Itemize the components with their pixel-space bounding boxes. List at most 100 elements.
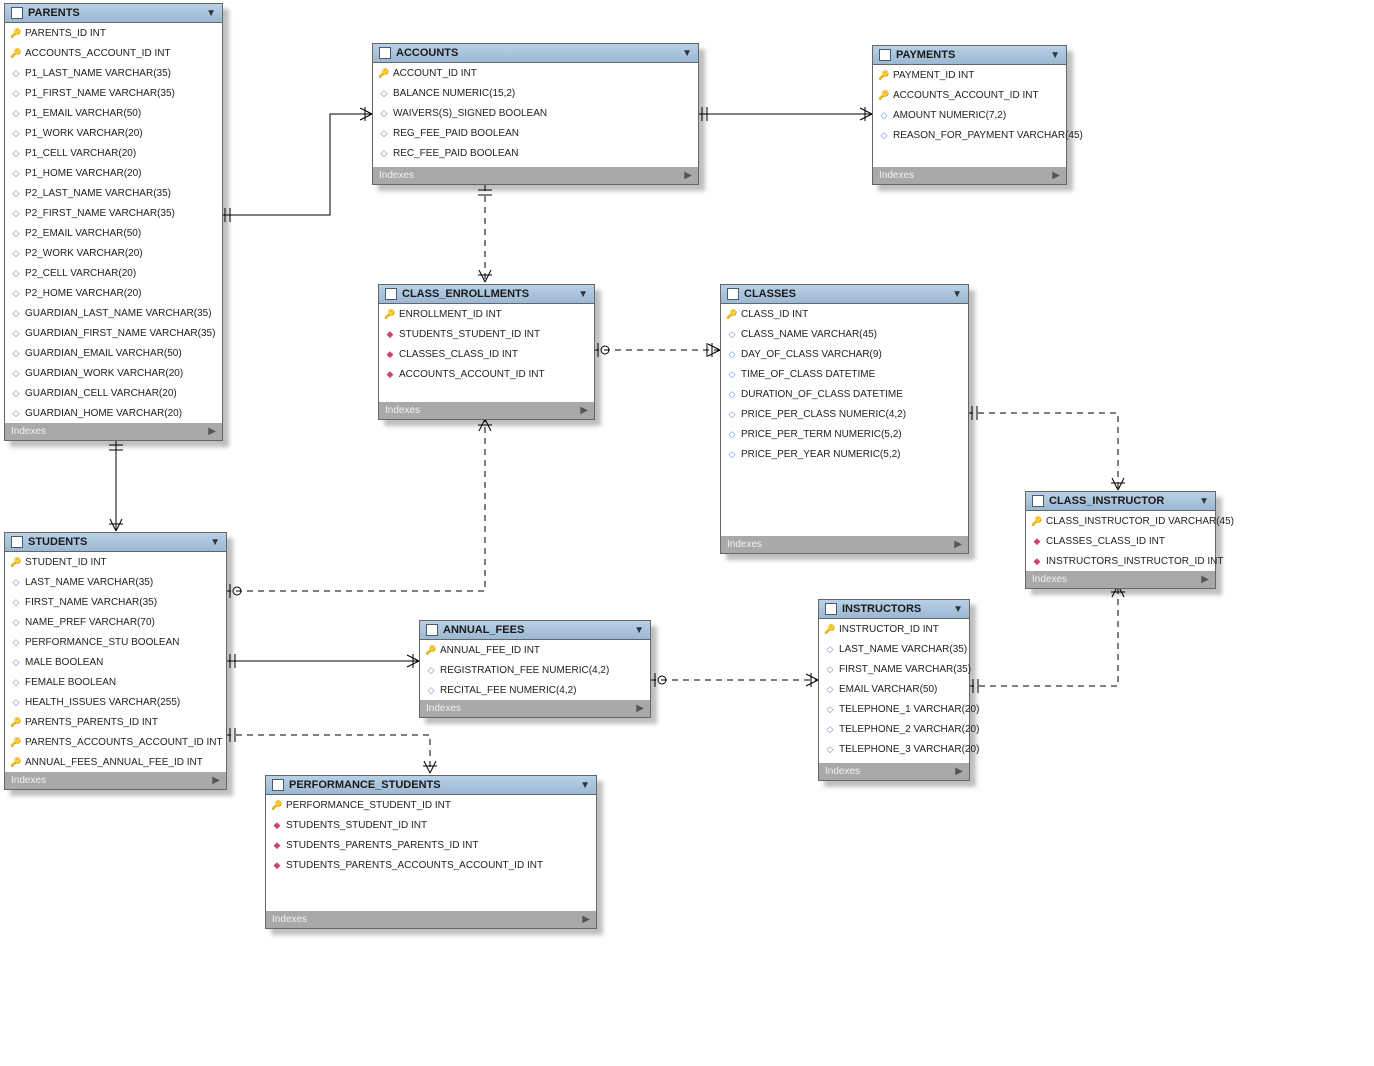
column-row[interactable]: ◇NAME_PREF VARCHAR(70)	[5, 612, 226, 632]
table-class-instructor[interactable]: CLASS_INSTRUCTOR ▼ 🔑CLASS_INSTRUCTOR_ID …	[1025, 491, 1216, 589]
column-row[interactable]: ◇P1_EMAIL VARCHAR(50)	[5, 103, 222, 123]
table-header[interactable]: INSTRUCTORS ▼	[819, 600, 969, 619]
column-row[interactable]: ◇P1_WORK VARCHAR(20)	[5, 123, 222, 143]
column-row[interactable]: ◇GUARDIAN_CELL VARCHAR(20)	[5, 383, 222, 403]
column-row[interactable]: ◇GUARDIAN_EMAIL VARCHAR(50)	[5, 343, 222, 363]
column-row[interactable]: ◇GUARDIAN_HOME VARCHAR(20)	[5, 403, 222, 423]
column-row[interactable]: ◇GUARDIAN_FIRST_NAME VARCHAR(35)	[5, 323, 222, 343]
indexes-section[interactable]: Indexes▶	[266, 911, 596, 928]
column-row[interactable]: 🔑PAYMENT_ID INT	[873, 65, 1066, 85]
collapse-icon[interactable]: ▼	[580, 780, 590, 791]
table-header[interactable]: STUDENTS ▼	[5, 533, 226, 552]
column-row[interactable]: ◇DURATION_OF_CLASS DATETIME	[721, 384, 968, 404]
column-row[interactable]: ◇P2_FIRST_NAME VARCHAR(35)	[5, 203, 222, 223]
column-row[interactable]: 🔑CLASS_ID INT	[721, 304, 968, 324]
column-row[interactable]: ◇P1_CELL VARCHAR(20)	[5, 143, 222, 163]
indexes-section[interactable]: Indexes▶	[420, 700, 650, 717]
column-row[interactable]: ◇PERFORMANCE_STU BOOLEAN	[5, 632, 226, 652]
column-row[interactable]: 🔑ANNUAL_FEE_ID INT	[420, 640, 650, 660]
column-row[interactable]: ◇P1_LAST_NAME VARCHAR(35)	[5, 63, 222, 83]
table-accounts[interactable]: ACCOUNTS ▼ 🔑ACCOUNT_ID INT◇BALANCE NUMER…	[372, 43, 699, 185]
column-row[interactable]: ◇TELEPHONE_1 VARCHAR(20)	[819, 699, 969, 719]
column-row[interactable]: 🔑PARENTS_PARENTS_ID INT	[5, 712, 226, 732]
column-row[interactable]: ◇P2_WORK VARCHAR(20)	[5, 243, 222, 263]
column-row[interactable]: ◇P2_CELL VARCHAR(20)	[5, 263, 222, 283]
column-row[interactable]: ◇TELEPHONE_2 VARCHAR(20)	[819, 719, 969, 739]
column-row[interactable]: ◇FEMALE BOOLEAN	[5, 672, 226, 692]
column-row[interactable]: ◇P2_HOME VARCHAR(20)	[5, 283, 222, 303]
column-row[interactable]: ◇P2_LAST_NAME VARCHAR(35)	[5, 183, 222, 203]
indexes-section[interactable]: Indexes▶	[873, 167, 1066, 184]
collapse-icon[interactable]: ▼	[953, 604, 963, 615]
column-row[interactable]: ◇REC_FEE_PAID BOOLEAN	[373, 143, 698, 163]
column-row[interactable]: 🔑STUDENT_ID INT	[5, 552, 226, 572]
collapse-icon[interactable]: ▼	[1199, 496, 1209, 507]
column-row[interactable]: ◇GUARDIAN_WORK VARCHAR(20)	[5, 363, 222, 383]
column-row[interactable]: ◆STUDENTS_PARENTS_ACCOUNTS_ACCOUNT_ID IN…	[266, 855, 596, 875]
table-students[interactable]: STUDENTS ▼ 🔑STUDENT_ID INT◇LAST_NAME VAR…	[4, 532, 227, 790]
table-header[interactable]: CLASS_INSTRUCTOR ▼	[1026, 492, 1215, 511]
collapse-icon[interactable]: ▼	[578, 289, 588, 300]
collapse-icon[interactable]: ▼	[206, 8, 216, 19]
table-header[interactable]: ACCOUNTS ▼	[373, 44, 698, 63]
column-row[interactable]: ◇REGISTRATION_FEE NUMERIC(4,2)	[420, 660, 650, 680]
indexes-section[interactable]: Indexes▶	[5, 423, 222, 440]
column-row[interactable]: ◇REASON_FOR_PAYMENT VARCHAR(45)	[873, 125, 1066, 145]
table-annual-fees[interactable]: ANNUAL_FEES ▼ 🔑ANNUAL_FEE_ID INT◇REGISTR…	[419, 620, 651, 718]
column-row[interactable]: 🔑PERFORMANCE_STUDENT_ID INT	[266, 795, 596, 815]
column-row[interactable]: ◇TIME_OF_CLASS DATETIME	[721, 364, 968, 384]
column-row[interactable]: ◇RECITAL_FEE NUMERIC(4,2)	[420, 680, 650, 700]
column-row[interactable]: ◆STUDENTS_PARENTS_PARENTS_ID INT	[266, 835, 596, 855]
indexes-section[interactable]: Indexes▶	[721, 536, 968, 553]
column-row[interactable]: ◇GUARDIAN_LAST_NAME VARCHAR(35)	[5, 303, 222, 323]
collapse-icon[interactable]: ▼	[210, 537, 220, 548]
table-header[interactable]: PARENTS ▼	[5, 4, 222, 23]
column-row[interactable]: 🔑ACCOUNTS_ACCOUNT_ID INT	[873, 85, 1066, 105]
table-header[interactable]: CLASS_ENROLLMENTS ▼	[379, 285, 594, 304]
table-instructors[interactable]: INSTRUCTORS ▼ 🔑INSTRUCTOR_ID INT◇LAST_NA…	[818, 599, 970, 781]
table-header[interactable]: PERFORMANCE_STUDENTS ▼	[266, 776, 596, 795]
indexes-section[interactable]: Indexes▶	[379, 402, 594, 419]
indexes-section[interactable]: Indexes▶	[373, 167, 698, 184]
column-row[interactable]: ◇P1_HOME VARCHAR(20)	[5, 163, 222, 183]
collapse-icon[interactable]: ▼	[634, 625, 644, 636]
column-row[interactable]: 🔑ACCOUNT_ID INT	[373, 63, 698, 83]
column-row[interactable]: ◇HEALTH_ISSUES VARCHAR(255)	[5, 692, 226, 712]
collapse-icon[interactable]: ▼	[1050, 50, 1060, 61]
column-row[interactable]: ◆STUDENTS_STUDENT_ID INT	[266, 815, 596, 835]
collapse-icon[interactable]: ▼	[952, 289, 962, 300]
column-row[interactable]: 🔑CLASS_INSTRUCTOR_ID VARCHAR(45)	[1026, 511, 1215, 531]
column-row[interactable]: ◆INSTRUCTORS_INSTRUCTOR_ID INT	[1026, 551, 1215, 571]
column-row[interactable]: ◇CLASS_NAME VARCHAR(45)	[721, 324, 968, 344]
table-header[interactable]: PAYMENTS ▼	[873, 46, 1066, 65]
column-row[interactable]: ◇FIRST_NAME VARCHAR(35)	[5, 592, 226, 612]
table-header[interactable]: ANNUAL_FEES ▼	[420, 621, 650, 640]
indexes-section[interactable]: Indexes▶	[819, 763, 969, 780]
column-row[interactable]: ◆STUDENTS_STUDENT_ID INT	[379, 324, 594, 344]
column-row[interactable]: ◆CLASSES_CLASS_ID INT	[1026, 531, 1215, 551]
column-row[interactable]: ◇MALE BOOLEAN	[5, 652, 226, 672]
column-row[interactable]: ◇WAIVERS(S)_SIGNED BOOLEAN	[373, 103, 698, 123]
collapse-icon[interactable]: ▼	[682, 48, 692, 59]
column-row[interactable]: ◆CLASSES_CLASS_ID INT	[379, 344, 594, 364]
indexes-section[interactable]: Indexes▶	[1026, 571, 1215, 588]
table-classes[interactable]: CLASSES ▼ 🔑CLASS_ID INT◇CLASS_NAME VARCH…	[720, 284, 969, 554]
column-row[interactable]: 🔑ACCOUNTS_ACCOUNT_ID INT	[5, 43, 222, 63]
table-class-enrollments[interactable]: CLASS_ENROLLMENTS ▼ 🔑ENROLLMENT_ID INT◆S…	[378, 284, 595, 420]
column-row[interactable]: ◇DAY_OF_CLASS VARCHAR(9)	[721, 344, 968, 364]
column-row[interactable]: ◇AMOUNT NUMERIC(7,2)	[873, 105, 1066, 125]
column-row[interactable]: ◇EMAIL VARCHAR(50)	[819, 679, 969, 699]
column-row[interactable]: 🔑INSTRUCTOR_ID INT	[819, 619, 969, 639]
column-row[interactable]: 🔑ENROLLMENT_ID INT	[379, 304, 594, 324]
column-row[interactable]: ◇P2_EMAIL VARCHAR(50)	[5, 223, 222, 243]
table-performance-students[interactable]: PERFORMANCE_STUDENTS ▼ 🔑PERFORMANCE_STUD…	[265, 775, 597, 929]
column-row[interactable]: ◇PRICE_PER_CLASS NUMERIC(4,2)	[721, 404, 968, 424]
column-row[interactable]: ◇PRICE_PER_TERM NUMERIC(5,2)	[721, 424, 968, 444]
column-row[interactable]: 🔑PARENTS_ID INT	[5, 23, 222, 43]
indexes-section[interactable]: Indexes▶	[5, 772, 226, 789]
table-payments[interactable]: PAYMENTS ▼ 🔑PAYMENT_ID INT🔑ACCOUNTS_ACCO…	[872, 45, 1067, 185]
column-row[interactable]: ◆ACCOUNTS_ACCOUNT_ID INT	[379, 364, 594, 384]
table-parents[interactable]: PARENTS ▼ 🔑PARENTS_ID INT🔑ACCOUNTS_ACCOU…	[4, 3, 223, 441]
column-row[interactable]: ◇LAST_NAME VARCHAR(35)	[819, 639, 969, 659]
column-row[interactable]: ◇TELEPHONE_3 VARCHAR(20)	[819, 739, 969, 759]
